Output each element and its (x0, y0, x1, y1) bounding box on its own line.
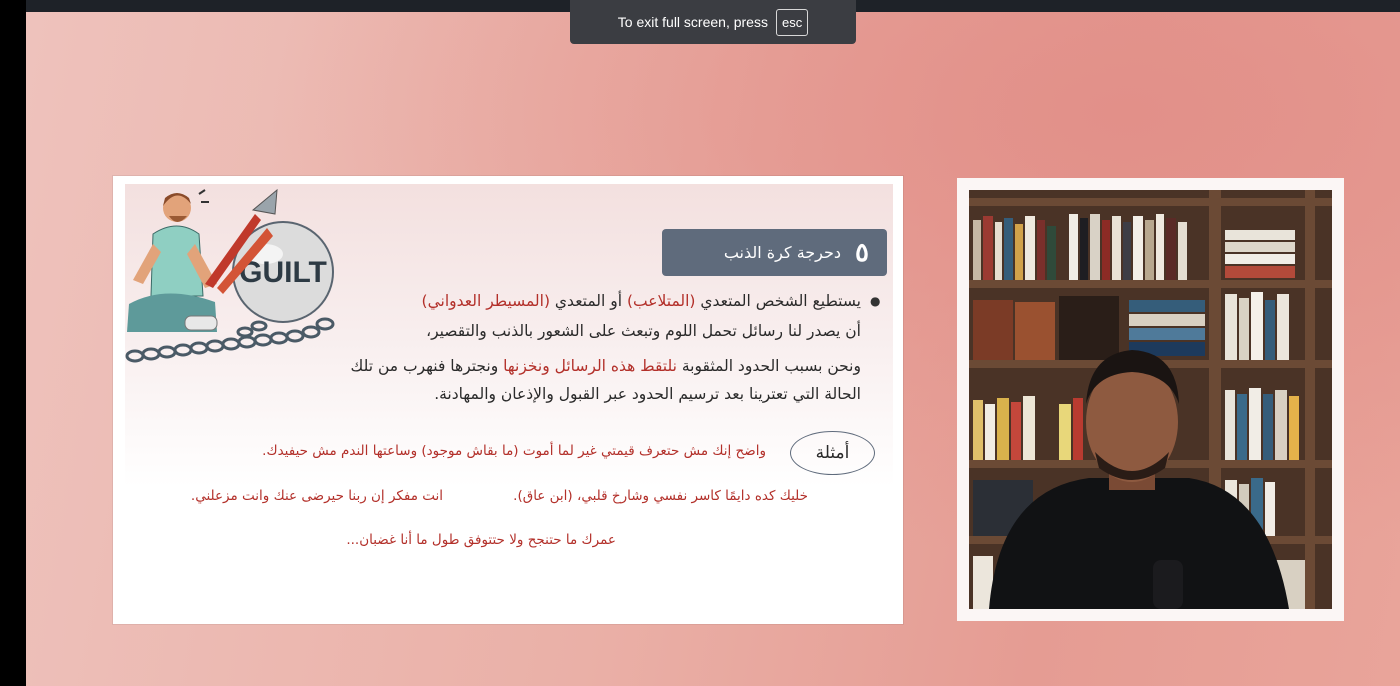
example-1: واضح إنك مش حتعرف قيمتي غير لما أموت (ما… (262, 443, 766, 459)
slide-panel: GUILT دحرجة كرة الذنب ٥ ● يستطيع الشخص ا… (113, 176, 903, 624)
paragraph-1-line-1: يستطيع الشخص المتعدي (المتلاعب) أو المتع… (421, 292, 861, 310)
example-3: انت مفكر إن ربنا حيرضى عنك وانت مزعلني. (190, 488, 443, 504)
webcam-video (969, 190, 1332, 609)
guilt-illustration: GUILT (125, 188, 335, 363)
fullscreen-toast-message: To exit full screen, press (617, 14, 768, 30)
slide-title: دحرجة كرة الذنب (723, 243, 842, 262)
slide-content: GUILT دحرجة كرة الذنب ٥ ● يستطيع الشخص ا… (125, 184, 893, 616)
examples-label: أمثلة (790, 431, 875, 475)
esc-key-badge: esc (775, 8, 809, 36)
paragraph-2-line-1: ونحن بسبب الحدود المثقوبة نلتقط هذه الرس… (350, 357, 861, 375)
example-2: خليك كده دايمًا كاسر نفسي وشارخ قلبي، (ا… (513, 488, 808, 504)
alert-lines-icon (198, 189, 209, 203)
svg-text:GUILT: GUILT (239, 256, 327, 289)
left-letterbox (0, 0, 26, 686)
fullscreen-exit-toast: To exit full screen, press esc (570, 0, 856, 44)
slide-title-box: دحرجة كرة الذنب ٥ (662, 229, 887, 276)
example-4: عمرك ما حتنجح ولا حتتوفق طول ما أنا غضبا… (346, 532, 616, 548)
speaker-bookshelf-scene (969, 190, 1332, 609)
paragraph-1-line-2: أن يصدر لنا رسائل تحمل اللوم وتبعث على ا… (426, 322, 861, 340)
slide-number: ٥ (855, 237, 869, 268)
paragraph-2-line-2: الحالة التي تعترينا بعد ترسيم الحدود عبر… (434, 385, 861, 403)
webcam-frame (957, 178, 1344, 621)
bullet-icon: ● (870, 294, 881, 308)
